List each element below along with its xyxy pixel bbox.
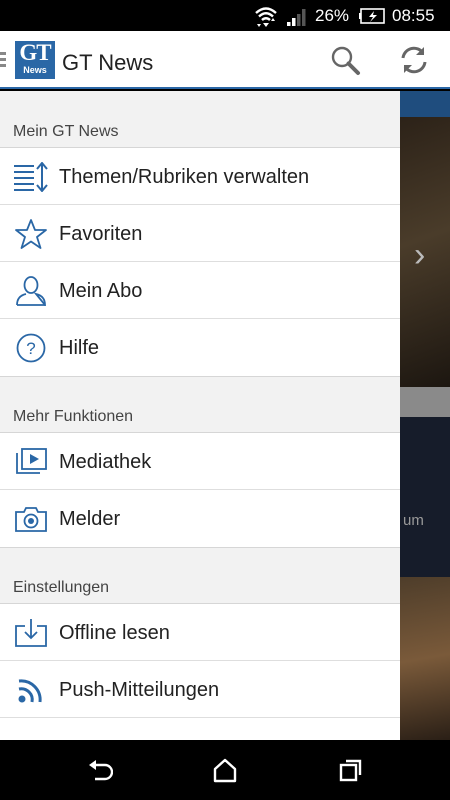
teaser-partial-text: um <box>403 512 424 529</box>
article-image-2[interactable] <box>400 577 450 740</box>
menu-item-label: Favoriten <box>59 223 143 245</box>
refresh-icon[interactable] <box>398 44 430 76</box>
menu-item-label: Offline lesen <box>59 622 170 644</box>
status-bar: 26% 08:55 <box>0 0 450 31</box>
menu-item-label: Mediathek <box>59 451 152 473</box>
app-logo[interactable]: GT News <box>15 41 55 79</box>
app-bar: GT News GT News <box>0 31 450 89</box>
article-teaser[interactable] <box>400 417 450 577</box>
menu-item-label: Themen/Rubriken verwalten <box>59 166 310 188</box>
menu-item-favoriten[interactable]: Favoriten <box>0 205 400 262</box>
manage-topics-icon <box>14 162 48 192</box>
menu-item-partial[interactable] <box>0 718 400 740</box>
back-icon[interactable] <box>87 757 113 783</box>
search-icon[interactable] <box>329 44 361 76</box>
system-nav-bar <box>0 740 450 800</box>
menu-item-offline-lesen[interactable]: Offline lesen <box>0 604 400 661</box>
star-icon <box>15 219 47 249</box>
logo-text: GT <box>19 40 51 65</box>
navigation-drawer: Mein GT News Themen/Rubriken verwalten F… <box>0 91 400 740</box>
menu-item-label: Hilfe <box>59 337 100 359</box>
section-header-einstellungen: Einstellungen <box>0 547 400 604</box>
menu-item-themen-rubriken[interactable]: Themen/Rubriken verwalten <box>0 148 400 205</box>
download-icon <box>15 619 47 647</box>
menu-item-label: Mein Abo <box>59 280 143 302</box>
section-header-mehr-funktionen: Mehr Funktionen <box>0 376 400 433</box>
clock: 08:55 <box>392 6 435 25</box>
battery-percentage: 26% <box>315 6 350 25</box>
section-header-label: Einstellungen <box>13 579 110 596</box>
signal-icon <box>287 9 306 26</box>
menu-item-label: Melder <box>59 508 121 530</box>
media-library-icon <box>16 448 47 474</box>
home-icon[interactable] <box>212 757 238 783</box>
rss-icon <box>18 679 42 703</box>
caption-bar <box>400 387 450 417</box>
menu-item-label: Push-Mitteilungen <box>59 679 220 701</box>
app-title: GT News <box>62 50 154 75</box>
section-header-label: Mehr Funktionen <box>13 408 134 425</box>
menu-item-hilfe[interactable]: ? Hilfe <box>0 319 400 376</box>
tab-strip <box>400 91 450 117</box>
help-icon: ? <box>16 333 46 363</box>
menu-item-push-mitteilungen[interactable]: Push-Mitteilungen <box>0 661 400 718</box>
user-icon <box>16 276 46 306</box>
section-header-label: Mein GT News <box>13 123 119 140</box>
svg-text:?: ? <box>26 339 35 358</box>
chevron-right-icon[interactable]: › <box>414 236 425 275</box>
section-header-mein-gt-news: Mein GT News <box>0 91 400 148</box>
menu-item-mediathek[interactable]: Mediathek <box>0 433 400 490</box>
logo-subtext: News <box>23 65 47 75</box>
content-behind-drawer: › um <box>400 91 450 740</box>
menu-item-mein-abo[interactable]: Mein Abo <box>0 262 400 319</box>
drawer-toggle-icon[interactable] <box>0 52 6 68</box>
recents-icon[interactable] <box>338 757 364 783</box>
wifi-icon <box>255 7 277 27</box>
partial-menu-icon <box>14 732 48 740</box>
menu-item-melder[interactable]: Melder <box>0 490 400 547</box>
camera-icon <box>15 507 47 532</box>
battery-charging-icon <box>359 8 385 24</box>
